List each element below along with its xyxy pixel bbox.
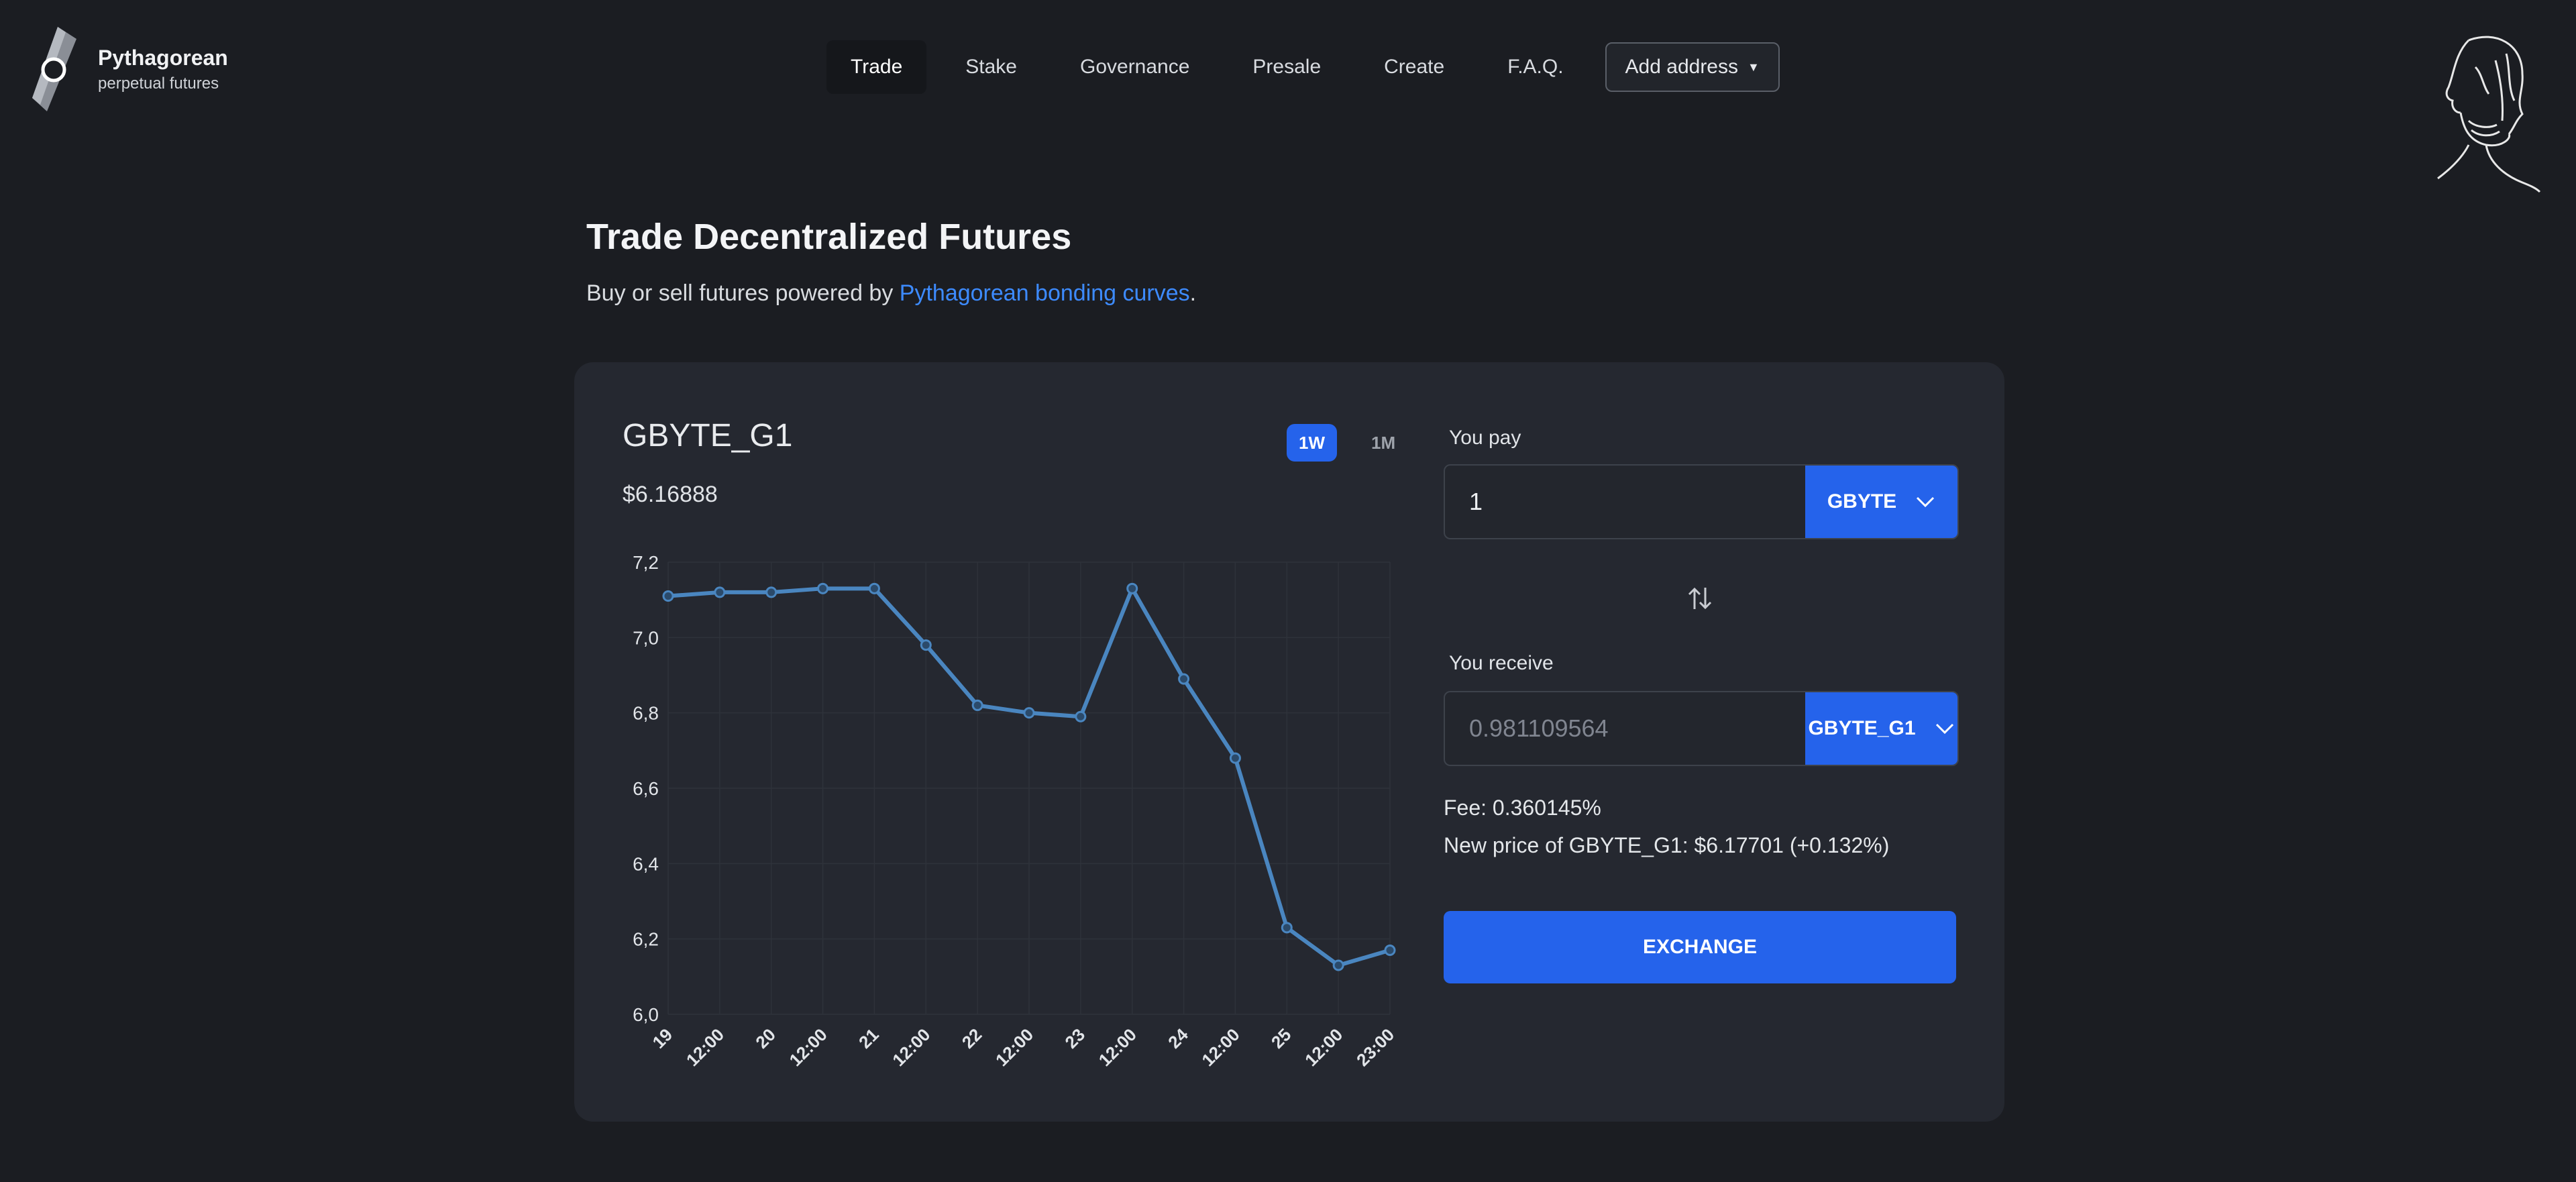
price-point	[1075, 710, 1087, 722]
pay-token-select[interactable]: GBYTE	[1805, 466, 1957, 538]
y-tick-label: 6,4	[633, 853, 659, 874]
price-point	[1229, 752, 1241, 764]
nav-stake[interactable]: Stake	[941, 40, 1041, 94]
caret-down-icon: ▼	[1748, 60, 1760, 74]
price-point	[714, 586, 726, 598]
brand-logo[interactable]: Pythagorean perpetual futures	[27, 24, 228, 114]
page-title: Trade Decentralized Futures	[586, 217, 1072, 257]
y-tick-label: 6,6	[633, 778, 659, 799]
y-tick-label: 7,0	[633, 627, 659, 648]
pay-token-label: GBYTE	[1827, 490, 1897, 513]
brand-subtitle: perpetual futures	[98, 74, 219, 93]
trade-card: GBYTE_G1 $6.16888 1W 1M 6,0 6,2 6,4 6,6 6,8 7…	[574, 362, 2004, 1122]
chevron-down-icon	[1917, 496, 1935, 508]
brand-title: Pythagorean	[98, 45, 228, 70]
y-tick-label: 6,0	[633, 1004, 659, 1025]
range-1w-button[interactable]: 1W	[1287, 424, 1337, 462]
chevron-down-icon	[1935, 723, 1953, 735]
y-tick-label: 6,2	[633, 929, 659, 950]
x-tick-label: 21	[855, 1024, 883, 1053]
x-tick-label: 23	[1061, 1024, 1089, 1053]
x-tick-label: 12:00	[682, 1024, 728, 1070]
nav-presale[interactable]: Presale	[1228, 40, 1345, 94]
range-1m-button[interactable]: 1M	[1359, 424, 1407, 462]
price-point	[868, 582, 880, 594]
price-point	[765, 586, 777, 598]
receive-amount-input[interactable]	[1445, 692, 1805, 765]
add-address-label: Add address	[1625, 56, 1738, 78]
y-tick-label: 7,2	[633, 552, 659, 573]
y-tick-label: 6,8	[633, 703, 659, 724]
swap-icon[interactable]	[1685, 584, 1715, 613]
price-point	[1126, 582, 1138, 594]
x-tick-label: 12:00	[1301, 1024, 1346, 1070]
pay-field: GBYTE	[1444, 464, 1959, 539]
page-subtitle: Buy or sell futures powered by Pythagore…	[586, 280, 1196, 307]
x-tick-label: 24	[1164, 1024, 1192, 1053]
nav-trade[interactable]: Trade	[826, 40, 927, 94]
subtitle-prefix: Buy or sell futures powered by	[586, 280, 900, 306]
logo-icon	[27, 24, 80, 114]
nav-faq[interactable]: F.A.Q.	[1483, 40, 1587, 94]
bonding-curves-link[interactable]: Pythagorean bonding curves	[900, 280, 1190, 306]
price-point	[971, 699, 983, 711]
subtitle-suffix: .	[1189, 280, 1197, 306]
x-tick-label: 12:00	[786, 1024, 831, 1070]
fee-text: Fee: 0.360145%	[1444, 796, 1601, 820]
pay-label: You pay	[1449, 427, 1521, 449]
price-point	[1332, 959, 1344, 971]
x-tick-label: 22	[958, 1024, 986, 1053]
receive-token-label: GBYTE_G1	[1808, 717, 1916, 739]
price-point	[662, 590, 674, 602]
x-tick-label: 20	[751, 1024, 780, 1053]
price-point	[1384, 945, 1396, 957]
x-tick-label: 12:00	[991, 1024, 1037, 1070]
price-point	[920, 639, 932, 651]
price-point	[1023, 707, 1035, 719]
price-point	[817, 582, 829, 594]
token-name: GBYTE_G1	[623, 418, 793, 453]
x-tick-label: 19	[649, 1024, 677, 1053]
x-tick-label: 12:00	[1197, 1024, 1243, 1070]
main-nav: Trade Stake Governance Presale Create F.…	[826, 40, 1780, 94]
pythagoras-bust-icon	[2422, 27, 2542, 195]
nav-governance[interactable]: Governance	[1056, 40, 1214, 94]
nav-create[interactable]: Create	[1360, 40, 1468, 94]
new-price-text: New price of GBYTE_G1: $6.17701 (+0.132%…	[1444, 833, 1890, 857]
x-tick-label: 12:00	[1095, 1024, 1140, 1070]
price-point	[1178, 673, 1190, 685]
price-point	[1281, 922, 1293, 934]
token-price: $6.16888	[623, 482, 718, 507]
x-tick-label: 23:00	[1352, 1024, 1398, 1070]
x-tick-label: 12:00	[888, 1024, 934, 1070]
add-address-button[interactable]: Add address ▼	[1605, 42, 1780, 92]
receive-field: GBYTE_G1	[1444, 691, 1959, 766]
pay-amount-input[interactable]	[1445, 466, 1805, 538]
receive-token-select[interactable]: GBYTE_G1	[1805, 692, 1957, 765]
x-tick-label: 25	[1267, 1024, 1295, 1053]
receive-label: You receive	[1449, 652, 1554, 674]
exchange-button[interactable]: EXCHANGE	[1444, 911, 1956, 983]
price-chart: 6,06,26,46,66,87,07,219 12:00 20 12:00 21 12:…	[633, 552, 1398, 1070]
